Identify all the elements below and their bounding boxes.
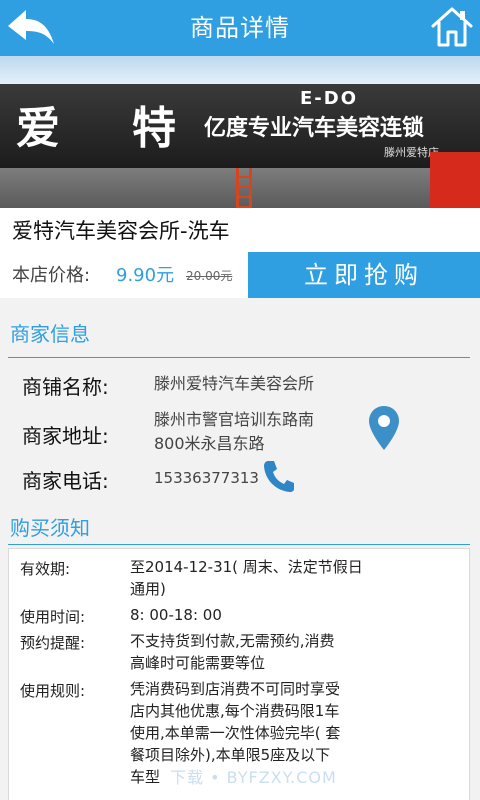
sign-chinese-text: 亿度专业汽车美容连锁 bbox=[204, 116, 425, 141]
ladder-graphic bbox=[236, 168, 252, 208]
phone-icon[interactable] bbox=[262, 458, 296, 494]
usage-time-line: 8: 00-18: 00 bbox=[130, 606, 222, 624]
address-line: 滕州市警官培训东路南 bbox=[154, 410, 315, 429]
image-sky bbox=[0, 56, 480, 86]
product-image: 爱 特 E-DO 亿度专业汽车美容连锁 滕州爱特店 bbox=[0, 56, 480, 208]
section-divider bbox=[8, 357, 470, 358]
rules-line: 店内其他优惠,每个消费码限1车 bbox=[130, 702, 340, 720]
top-bar: 商品详情 bbox=[0, 0, 480, 56]
address-line: 800米永昌东路 bbox=[154, 434, 265, 453]
watermark: 下载 • BYFZXY.COM bbox=[170, 768, 337, 787]
rules-line: 凭消费码到店消费不可同时享受 bbox=[130, 680, 341, 698]
notice-section-title: 购买须知 bbox=[10, 516, 90, 540]
rules-line: 使用,本单需一次性体验完毕( 套 bbox=[130, 724, 341, 742]
rules-line: 餐项目除外),本单限5座及以下 bbox=[130, 746, 331, 764]
shop-name-value: 滕州爱特汽车美容会所 bbox=[154, 374, 315, 393]
section-divider bbox=[8, 544, 470, 545]
validity-line: 至2014-12-31( 周末、法定节假日 bbox=[130, 558, 363, 576]
sign-logo-char: 爱 bbox=[16, 103, 60, 154]
product-name: 爱特汽车美容会所-洗车 bbox=[12, 219, 230, 243]
phone-value: 15336377313 bbox=[154, 469, 259, 487]
address-label: 商家地址: bbox=[22, 424, 109, 448]
product-name-row: 爱特汽车美容会所-洗车 bbox=[0, 208, 480, 254]
usage-time-label: 使用时间: bbox=[20, 608, 86, 626]
current-price: 9.90元 bbox=[116, 265, 175, 286]
sign-logo-char: 特 bbox=[132, 103, 176, 154]
price-label: 本店价格: bbox=[12, 265, 91, 286]
phone-label: 商家电话: bbox=[22, 469, 109, 493]
home-button[interactable] bbox=[430, 4, 474, 50]
reservation-line: 高峰时可能需要等位 bbox=[130, 654, 266, 672]
sign-english-text: E-DO bbox=[300, 88, 359, 109]
reservation-line: 不支持货到付款,无需预约,消费 bbox=[130, 632, 335, 650]
original-price: 20.00元 bbox=[186, 269, 233, 283]
red-banner-graphic bbox=[430, 152, 480, 208]
buy-now-button[interactable]: 立即抢购 bbox=[248, 252, 480, 298]
page-title: 商品详情 bbox=[190, 14, 290, 42]
merchant-section-title: 商家信息 bbox=[10, 322, 90, 346]
validity-line: 通用) bbox=[130, 580, 166, 598]
map-pin-icon[interactable] bbox=[366, 404, 402, 452]
home-icon bbox=[431, 7, 473, 47]
rules-label: 使用规则: bbox=[20, 682, 86, 700]
shop-name-label: 商铺名称: bbox=[22, 375, 109, 399]
reservation-label: 预约提醒: bbox=[20, 634, 86, 652]
validity-label: 有效期: bbox=[20, 560, 71, 578]
